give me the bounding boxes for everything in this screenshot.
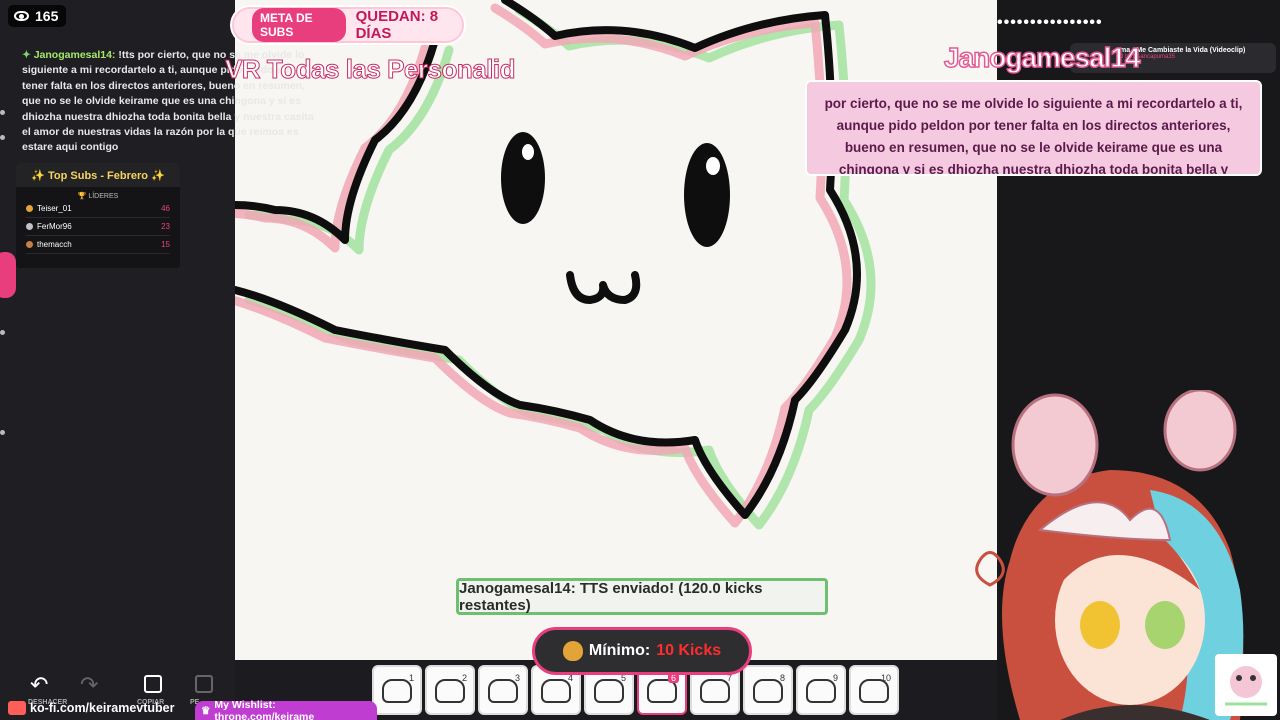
frame-thumbnail[interactable]: 8 — [743, 665, 793, 715]
leader-name: themacch — [37, 240, 72, 249]
sparkle-icon: ✦ — [22, 49, 34, 61]
cat-thumbnail-icon — [594, 679, 624, 703]
eye-icon — [14, 11, 29, 21]
medal-icon — [26, 205, 33, 213]
copy-icon[interactable] — [144, 675, 162, 693]
crown-icon: ♛ — [201, 704, 211, 717]
side-dot — [0, 430, 5, 435]
alert-username: Janogamesal14 — [943, 41, 1141, 74]
chat-username: Janogamesal14: — [33, 49, 116, 61]
cat-thumbnail-icon — [753, 679, 783, 703]
paste-icon[interactable] — [195, 675, 213, 693]
cat-thumbnail-icon — [435, 679, 465, 703]
viewer-count: 165 — [8, 5, 67, 27]
top-subs-panel: ✨ Top Subs - Febrero ✨ 🏆 LÍDERES Teiser_… — [16, 163, 180, 268]
money-bag-icon — [562, 641, 583, 661]
frame-number: 8 — [779, 673, 785, 683]
song-subtitle: d by: lisancapuma35 — [1120, 54, 1176, 60]
leader-value: 23 — [161, 222, 170, 231]
leader-row: Teiser_01 46 — [26, 200, 170, 218]
cat-thumbnail-icon — [700, 679, 730, 703]
sub-goal-remaining: QUEDAN: 8 DÍAS — [355, 8, 439, 42]
sub-goal-label: META DE SUBS — [252, 8, 346, 42]
kofi-text: ko-fi.com/keiramevtuber — [30, 701, 175, 715]
frame-number: 2 — [461, 673, 467, 683]
tts-confirmation: Janogamesal14: TTS enviado! (120.0 kicks… — [456, 578, 828, 615]
medal-icon — [26, 241, 33, 249]
minimum-value: 10 Kicks — [656, 642, 722, 659]
minimum-label: Mínimo: — [588, 642, 651, 659]
frame-thumbnail[interactable]: 9 — [796, 665, 846, 715]
frame-number: 10 — [880, 673, 891, 683]
undo-icon[interactable]: ↶ — [30, 672, 48, 698]
qr-code-sticker — [1215, 654, 1277, 716]
leaders-label: 🏆 LÍDERES — [77, 193, 119, 200]
leader-name: Teiser_01 — [37, 204, 72, 213]
side-dot — [0, 330, 5, 335]
wishlist-text: My Wishlist: throne.com/keirame — [214, 698, 315, 720]
tts-message-box: por cierto, que no se me olvide lo sigui… — [805, 80, 1262, 176]
side-dot — [0, 110, 5, 115]
leader-value: 15 — [161, 240, 170, 249]
frame-thumbnail[interactable]: 2 — [425, 665, 475, 715]
medal-icon — [26, 223, 33, 231]
leader-row: FerMor96 23 — [26, 218, 170, 236]
song-title: ma - Me Cambiaste la Vida (Videoclip) — [1120, 47, 1246, 54]
frame-number: 1 — [408, 673, 414, 683]
cat-thumbnail-icon — [541, 679, 571, 703]
leader-value: 46 — [161, 204, 170, 213]
leader-name: FerMor96 — [37, 222, 72, 231]
kofi-link[interactable]: ko-fi.com/keiramevtuber — [8, 701, 175, 715]
wishlist-link[interactable]: ♛ My Wishlist: throne.com/keirame — [195, 698, 377, 720]
minimum-kicks-badge: Mínimo: 10 Kicks — [532, 627, 752, 675]
side-tab-button[interactable] — [0, 252, 16, 298]
leader-row: themacch 15 — [26, 236, 170, 254]
sub-goal-banner: META DE SUBS QUEDAN: 8 DÍAS — [232, 7, 464, 43]
side-dot — [0, 135, 5, 140]
cat-thumbnail-icon — [382, 679, 412, 703]
viewer-count-value: 165 — [35, 8, 59, 24]
frame-thumbnail[interactable]: 10 — [849, 665, 899, 715]
decorative-dots: •••••••••••••••• — [997, 14, 1103, 31]
cat-thumbnail-icon — [488, 679, 518, 703]
stream-layout: 165 ✦ Janogamesal14: !tts por cierto, qu… — [0, 0, 1280, 720]
top-subs-title: ✨ Top Subs - Febrero ✨ — [16, 163, 180, 187]
cat-thumbnail-icon — [806, 679, 836, 703]
frame-number: 9 — [832, 673, 838, 683]
overlay-text: VR Todas las Personalid — [224, 54, 516, 85]
frame-number: 3 — [514, 673, 520, 683]
frame-thumbnail[interactable]: 1 — [372, 665, 422, 715]
frame-thumbnail[interactable]: 3 — [478, 665, 528, 715]
redo-icon[interactable]: ↷ — [80, 672, 98, 698]
kofi-cup-icon — [8, 701, 26, 715]
